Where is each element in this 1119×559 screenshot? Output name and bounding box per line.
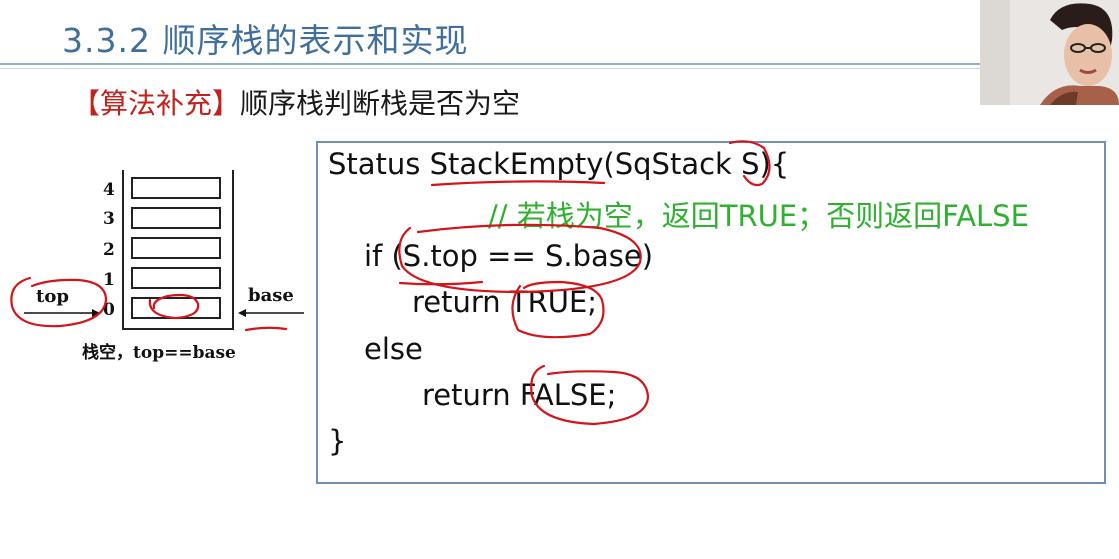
stack-diagram: 4 3 2 1 0 top base 栈空，top==base — [0, 160, 310, 370]
base-arrow-head — [238, 309, 246, 317]
slide-title: 3.3.2 顺序栈的表示和实现 — [62, 21, 469, 60]
diagram-caption: 栈空，top==base — [82, 343, 236, 363]
title-divider — [0, 63, 980, 65]
code-line-close-brace: } — [328, 424, 347, 458]
code-line-comment: // 若栈为空，返回TRUE；否则返回FALSE — [488, 199, 1029, 233]
subtitle-tag: 【算法补充】 — [72, 87, 241, 120]
top-arrow-head — [92, 309, 100, 317]
title-divider-thin — [0, 68, 980, 69]
presenter-webcam — [980, 0, 1119, 105]
code-line-signature: Status StackEmpty(SqStack S){ — [328, 147, 790, 181]
code-line-if: if (S.top == S.base) — [364, 239, 654, 273]
code-line-else: else — [364, 332, 423, 366]
code-line-return-false: return FALSE; — [422, 378, 617, 412]
code-line-return-true: return TRUE; — [412, 285, 598, 319]
presenter-image — [980, 0, 1119, 105]
code-box: Status StackEmpty(SqStack S){ // 若栈为空，返回… — [316, 141, 1106, 484]
slide-subtitle: 【算法补充】顺序栈判断栈是否为空 — [72, 82, 520, 122]
subtitle-text: 顺序栈判断栈是否为空 — [240, 87, 521, 120]
